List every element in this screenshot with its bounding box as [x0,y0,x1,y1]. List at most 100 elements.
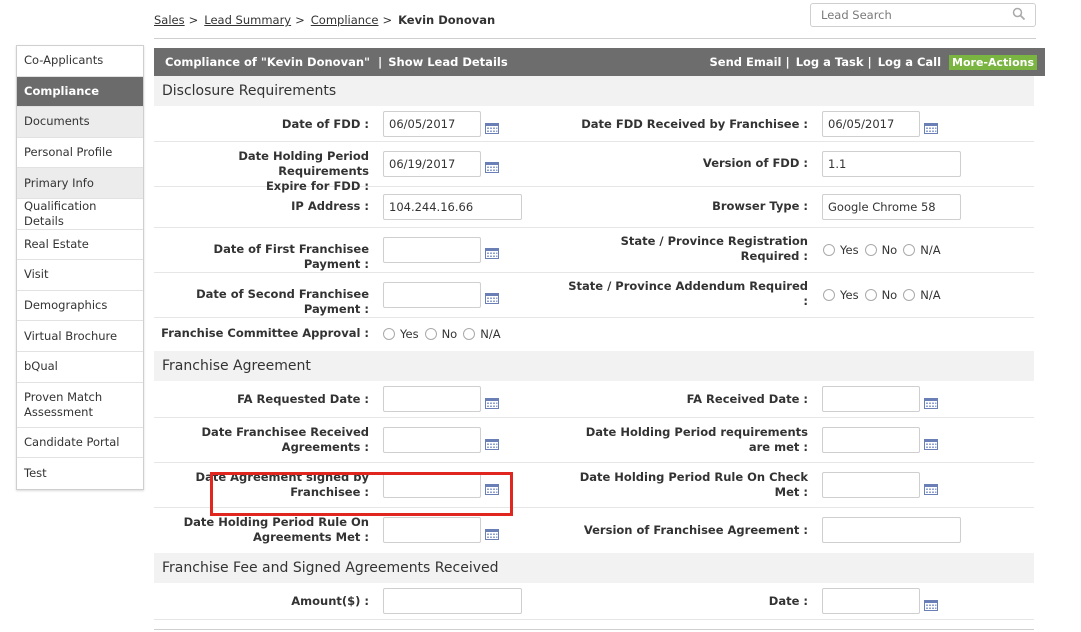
breadcrumb: Sales > Lead Summary > Compliance > Kevin Dono… [154,13,495,27]
committee-approval-radios: Yes No N/A [383,327,507,341]
radio-na[interactable]: N/A [903,243,941,257]
radio-circle[interactable] [383,328,395,340]
radio-circle[interactable] [823,289,835,301]
calendar-icon[interactable] [485,525,499,540]
fa-requested-field[interactable] [383,386,481,412]
calendar-icon[interactable] [485,244,499,259]
log-call-link[interactable]: Log a Call [878,55,941,69]
calendar-icon[interactable] [485,394,499,409]
agreement-signed-field[interactable] [383,472,481,498]
lead-search-input[interactable] [811,4,1001,26]
sidebar-item-compliance[interactable]: Compliance [17,76,143,108]
send-email-link[interactable]: Send Email [709,55,781,69]
radio-circle[interactable] [903,244,916,256]
calendar-icon[interactable] [924,435,938,450]
sidebar-item-label: bQual [24,359,58,374]
form-row: Date Agreement signed by Franchisee : Dat… [154,463,1034,508]
holding-agreements-label: Date Holding Period Rule On Agreements Me… [183,515,369,544]
form-row: Date of First Franchisee Payment : State… [154,228,1034,273]
form-row: Date of Second Franchisee Payment : Stat… [154,273,1034,318]
sidebar-item-real-estate[interactable]: Real Estate [17,230,143,261]
radio-yes[interactable]: Yes [383,327,419,341]
radio-circle[interactable] [903,289,916,301]
calendar-icon[interactable] [924,119,938,134]
first-payment-field[interactable] [383,237,481,263]
calendar-icon[interactable] [924,394,938,409]
ip-address-label: IP Address : [291,199,369,213]
sidebar-item-virtual-brochure[interactable]: Virtual Brochure [17,321,143,352]
breadcrumb-compliance[interactable]: Compliance [311,13,379,27]
fa-received-field[interactable] [822,386,920,412]
franchisee-received-label: Date Franchisee Received Agreements : [201,425,369,454]
radio-no[interactable]: No [424,327,457,341]
browser-type-field[interactable] [822,194,961,220]
version-agreement-field[interactable] [822,517,961,543]
form-row: Date Holding Period Requirements Expire f… [154,142,1034,193]
radio-circle[interactable] [424,328,437,340]
radio-circle[interactable] [823,244,835,256]
log-task-link[interactable]: Log a Task [796,55,864,69]
search-icon[interactable] [1012,7,1026,24]
more-actions-button[interactable]: More-Actions [949,54,1037,70]
sidebar-item-co-applicants[interactable]: Co-Applicants [17,46,143,77]
radio-yes[interactable]: Yes [823,288,859,302]
holding-met-label: Date Holding Period requirements are met … [585,425,808,454]
radio-circle[interactable] [864,244,877,256]
header-pipe: | [867,55,872,69]
ip-address-field[interactable] [383,194,522,220]
sidebar-item-visit[interactable]: Visit [17,260,143,291]
breadcrumb-current: Kevin Donovan [398,13,496,27]
sidebar-item-documents[interactable]: Documents [17,107,143,138]
sidebar-item-qualification-details[interactable]: Qualification Details [17,199,143,230]
form-row: Date of FDD : Date FDD Received by Franc… [154,106,1034,142]
sidebar-item-label: Co-Applicants [24,53,104,68]
amount-label: Amount($) : [291,594,369,608]
calendar-icon[interactable] [485,158,499,173]
sidebar-item-personal-profile[interactable]: Personal Profile [17,138,143,169]
committee-approval-label: Franchise Committee Approval : [161,326,369,340]
fee-date-field[interactable] [822,588,920,614]
form-row: IP Address : Browser Type : [154,187,1034,228]
radio-circle[interactable] [864,289,877,301]
date-of-fdd-field[interactable] [383,111,481,137]
calendar-icon[interactable] [485,289,499,304]
show-lead-details-link[interactable]: Show Lead Details [388,55,507,69]
header-bar: Compliance of "Kevin Donovan" | Show Lea… [154,48,1045,76]
holding-period-fdd-field[interactable] [383,151,481,177]
sidebar-item-label: Documents [24,114,90,129]
radio-circle[interactable] [463,328,476,340]
holding-met-field[interactable] [822,427,920,453]
calendar-icon[interactable] [924,596,938,611]
sidebar-item-primary-info[interactable]: Primary Info [17,168,143,199]
radio-yes[interactable]: Yes [823,243,859,257]
breadcrumb-sales[interactable]: Sales [154,13,185,27]
radio-no[interactable]: No [864,288,897,302]
date-fdd-received-field[interactable] [822,111,920,137]
holding-agreements-field[interactable] [383,517,481,543]
calendar-icon[interactable] [485,119,499,134]
franchisee-received-field[interactable] [383,427,481,453]
sidebar-item-bqual[interactable]: bQual [17,352,143,383]
breadcrumb-separator: > [382,13,393,27]
sidebar-item-proven-match-assessment[interactable]: Proven Match Assessment [17,383,143,428]
radio-na[interactable]: N/A [463,327,501,341]
calendar-icon[interactable] [485,480,499,495]
sidebar-item-demographics[interactable]: Demographics [17,291,143,322]
fee-date-label: Date : [768,594,808,608]
sidebar: Co-Applicants Compliance Documents Perso… [16,45,144,490]
version-fdd-field[interactable] [822,151,961,177]
calendar-icon[interactable] [924,480,938,495]
radio-no[interactable]: No [864,243,897,257]
header-pipe: | [785,55,790,69]
amount-field[interactable] [383,588,522,614]
breadcrumb-lead-summary[interactable]: Lead Summary [204,13,291,27]
fa-received-label: FA Received Date : [686,392,808,406]
breadcrumb-separator: > [188,13,199,27]
sidebar-item-candidate-portal[interactable]: Candidate Portal [17,428,143,459]
radio-na[interactable]: N/A [903,288,941,302]
calendar-icon[interactable] [485,435,499,450]
section-header-agreement: Franchise Agreement [154,351,1034,381]
second-payment-field[interactable] [383,282,481,308]
sidebar-item-test[interactable]: Test [17,458,143,489]
holding-check-field[interactable] [822,472,920,498]
